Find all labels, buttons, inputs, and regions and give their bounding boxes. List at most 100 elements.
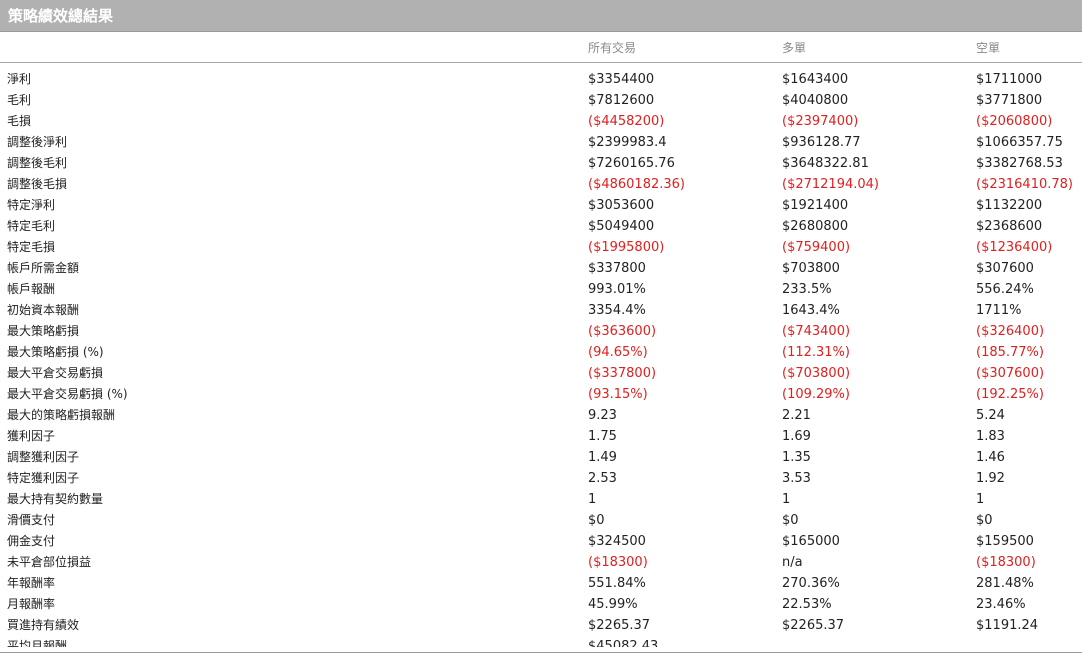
value-long: 270.36% <box>782 576 840 591</box>
metric-label: 滑價支付 <box>7 513 56 527</box>
value-long: $0 <box>782 513 799 528</box>
value-all-trades: 2.53 <box>588 471 617 486</box>
value-all-trades: 45.99% <box>588 597 638 612</box>
value-short: ($1236400) <box>976 240 1053 255</box>
metric-label: 最大持有契約數量 <box>7 492 104 506</box>
metric-label: 調整後毛利 <box>7 156 68 170</box>
value-short: 1 <box>976 492 985 507</box>
table-row: 毛利 $7812600 $4040800 $3771800 <box>0 90 1082 111</box>
metric-label: 最大的策略虧損報酬 <box>7 408 116 422</box>
value-long: $2680800 <box>782 219 849 234</box>
table-row: 調整後淨利 $2399983.4 $936128.77 $1066357.75 <box>0 132 1082 153</box>
column-header-row: 所有交易 多單 空單 <box>0 33 1082 63</box>
table-row: 毛損 ($4458200) ($2397400) ($2060800) <box>0 111 1082 132</box>
metric-label: 毛損 <box>7 114 32 128</box>
value-short: ($18300) <box>976 555 1036 570</box>
value-long: $936128.77 <box>782 135 861 150</box>
value-all-trades: $3053600 <box>588 198 655 213</box>
metric-label: 最大策略虧損 <box>7 324 80 338</box>
value-long: 1.69 <box>782 429 811 444</box>
value-short: 281.48% <box>976 576 1034 591</box>
table-row: 佣金支付 $324500 $165000 $159500 <box>0 531 1082 552</box>
value-short: $2368600 <box>976 219 1043 234</box>
value-short: 1.46 <box>976 450 1005 465</box>
value-short: $1132200 <box>976 198 1043 213</box>
metric-label: 最大策略虧損 (%) <box>7 345 104 359</box>
value-short: ($2060800) <box>976 114 1053 129</box>
value-all-trades: 1.75 <box>588 429 617 444</box>
table-row: 帳戶所需金額 $337800 $703800 $307600 <box>0 258 1082 279</box>
table-row: 特定淨利 $3053600 $1921400 $1132200 <box>0 195 1082 216</box>
table-row: 滑價支付 $0 $0 $0 <box>0 510 1082 531</box>
value-short: ($326400) <box>976 324 1045 339</box>
metric-label: 平均月報酬 <box>7 639 68 647</box>
table-row: 特定毛損 ($1995800) ($759400) ($1236400) <box>0 237 1082 258</box>
value-short: $1066357.75 <box>976 135 1063 150</box>
metrics-table: 淨利 $3354400 $1643400 $1711000 毛利 $7812600 $404… <box>0 69 1082 647</box>
metric-label: 帳戶所需金額 <box>7 261 80 275</box>
bottom-divider <box>0 652 1082 653</box>
metric-label: 佣金支付 <box>7 534 56 548</box>
value-short: 1711% <box>976 303 1022 318</box>
metric-label: 毛利 <box>7 93 32 107</box>
value-all-trades: ($18300) <box>588 555 648 570</box>
value-long: 1 <box>782 492 791 507</box>
value-all-trades: $7260165.76 <box>588 156 675 171</box>
value-short: ($2316410.78) <box>976 177 1073 192</box>
value-long: 1.35 <box>782 450 811 465</box>
table-row: 獲利因子 1.75 1.69 1.83 <box>0 426 1082 447</box>
table-row: 調整後毛損 ($4860182.36) ($2712194.04) ($2316410… <box>0 174 1082 195</box>
table-row: 最大策略虧損 ($363600) ($743400) ($326400) <box>0 321 1082 342</box>
value-short: $1191.24 <box>976 618 1039 633</box>
value-long: (109.29%) <box>782 387 850 402</box>
value-long: ($759400) <box>782 240 851 255</box>
metric-label: 調整後淨利 <box>7 135 68 149</box>
value-all-trades: (93.15%) <box>588 387 648 402</box>
value-long: $1921400 <box>782 198 849 213</box>
value-short: $3382768.53 <box>976 156 1063 171</box>
value-all-trades: 993.01% <box>588 282 646 297</box>
value-long: $3648322.81 <box>782 156 869 171</box>
metric-label: 特定毛損 <box>7 240 56 254</box>
value-long: ($703800) <box>782 366 851 381</box>
value-all-trades: 1.49 <box>588 450 617 465</box>
value-long: 1643.4% <box>782 303 840 318</box>
metric-label: 買進持有績效 <box>7 618 80 632</box>
table-row: 最大平倉交易虧損 (%) (93.15%) (109.29%) (192.25%) <box>0 384 1082 405</box>
table-row: 調整後毛利 $7260165.76 $3648322.81 $3382768.53 <box>0 153 1082 174</box>
value-short: $1711000 <box>976 72 1043 87</box>
table-row: 最大持有契約數量 1 1 1 <box>0 489 1082 510</box>
value-all-trades: 3354.4% <box>588 303 646 318</box>
table-row: 買進持有績效 $2265.37 $2265.37 $1191.24 <box>0 615 1082 636</box>
metric-label: 最大平倉交易虧損 (%) <box>7 387 128 401</box>
value-all-trades: ($363600) <box>588 324 657 339</box>
value-all-trades: $0 <box>588 513 605 528</box>
column-header-all-trades: 所有交易 <box>588 41 637 55</box>
value-all-trades: ($1995800) <box>588 240 665 255</box>
metric-label: 帳戶報酬 <box>7 282 56 296</box>
value-all-trades: 551.84% <box>588 576 646 591</box>
value-all-trades: $7812600 <box>588 93 655 108</box>
value-long: $165000 <box>782 534 840 549</box>
value-all-trades: 9.23 <box>588 408 617 423</box>
table-row: 平均月報酬 $45082.43 <box>0 636 1082 647</box>
table-row: 特定獲利因子 2.53 3.53 1.92 <box>0 468 1082 489</box>
table-row: 淨利 $3354400 $1643400 $1711000 <box>0 69 1082 90</box>
value-long: $4040800 <box>782 93 849 108</box>
table-row: 未平倉部位損益 ($18300) n/a ($18300) <box>0 552 1082 573</box>
value-long: $2265.37 <box>782 618 845 633</box>
metric-label: 調整獲利因子 <box>7 450 80 464</box>
title-bar: 策略績效總結果 <box>0 0 1082 32</box>
value-long: ($2712194.04) <box>782 177 879 192</box>
table-row: 初始資本報酬 3354.4% 1643.4% 1711% <box>0 300 1082 321</box>
value-long: 22.53% <box>782 597 832 612</box>
value-all-trades: (94.65%) <box>588 345 648 360</box>
value-long: $1643400 <box>782 72 849 87</box>
value-all-trades: $324500 <box>588 534 646 549</box>
metric-label: 特定獲利因子 <box>7 471 80 485</box>
value-long: (112.31%) <box>782 345 850 360</box>
table-row: 帳戶報酬 993.01% 233.5% 556.24% <box>0 279 1082 300</box>
table-row: 特定毛利 $5049400 $2680800 $2368600 <box>0 216 1082 237</box>
table-row: 年報酬率 551.84% 270.36% 281.48% <box>0 573 1082 594</box>
value-short: $3771800 <box>976 93 1043 108</box>
